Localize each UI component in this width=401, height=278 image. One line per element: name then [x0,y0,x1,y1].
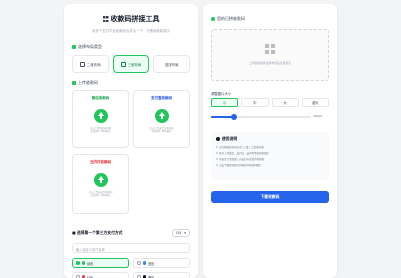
layout-option-2d[interactable]: 二维布局 [72,55,109,73]
qr-code-icon [102,16,109,22]
size-medium[interactable]: 中 [241,98,269,107]
third-party-section: ■ 选择第一个第三方支付方式 QQ ▾ [72,229,190,237]
size-slider[interactable] [211,114,311,120]
upload-wechat[interactable]: 微信收款码 点击上传微信收款码 支持JPG, PNG格式 [72,90,129,148]
usage-guide-title: 使用说明 [216,136,324,142]
page-subtitle: 将多个支付平台收款码合并为一个，方便收款和展示 [92,29,170,33]
third-party-label: ■ 选择第一个第三方支付方式 [72,230,123,235]
upload-section-label: 上传收款码 [72,80,98,86]
config-panel: 收款码拼接工具 将多个支付平台收款码合并为一个，方便收款和展示 选择布局类型 二… [64,4,198,278]
layout-option-vertical[interactable]: 竖排布局 [153,55,191,73]
size-large[interactable]: 大 [271,98,299,107]
preview-area: 上传收款码并选择布局后生成预览 [211,29,329,81]
layout-section-label: 选择布局类型 [72,44,102,50]
radio-icon [137,261,141,265]
usage-guide: 使用说明 1. 在左侧选择布局方式 (三维 / 二维或竖排) 2. 依次上传微信… [211,132,329,180]
upload-alipay-label: 支付宝收款码 [151,96,172,100]
size-slider-handle[interactable] [231,114,237,120]
preview-placeholder: 上传收款码并选择布局后生成预览 [249,61,291,65]
preview-section-label: 您的已拼收款码 [211,16,245,22]
cloud-upload-icon [93,109,108,123]
cloud-upload-icon [154,109,169,123]
color-options: 绿色 蓝色 红色 黑色 [72,258,190,278]
check-icon [211,17,215,21]
guide-line: 4. 点击下载按钮保存拼接好的收款码图片 [216,164,262,167]
upload-alipay-hint: 点击上传支付宝收款码 支持JPG, PNG格式 [149,127,174,134]
grid-icon [80,61,86,67]
upload-unionpay-hint: 点击上传云闪付收款码 支持JPG, PNG格式 [88,191,113,198]
color-option-blue[interactable]: 蓝色 [133,258,190,268]
color-option-green[interactable]: 绿色 [72,258,129,268]
color-option-red[interactable]: 红色 [72,272,129,278]
upload-unionpay-label: 云闪付收款码 [90,160,111,164]
third-party-select[interactable]: QQ ▾ [171,229,190,237]
size-options: 小 中 大 超大 [211,98,329,107]
color-option-black[interactable]: 黑色 [133,272,190,278]
size-xlarge[interactable]: 超大 [301,98,329,107]
upload-wechat-label: 微信收款码 [91,96,110,100]
size-small[interactable]: 小 [211,98,239,107]
size-slider-value: 300px [313,114,323,118]
layout-options: 二维布局 三维布局 竖排布局 [72,55,191,73]
cloud-upload-icon [93,173,108,187]
swatch-icon [142,261,146,265]
qr-placeholder-icon [265,44,275,54]
grid-icon [120,61,126,67]
upload-alipay[interactable]: 支付宝收款码 点击上传支付宝收款码 支持JPG, PNG格式 [133,90,190,148]
upload-unionpay[interactable]: 云闪付收款码 点击上传云闪付收款码 支持JPG, PNG格式 [72,154,129,214]
preview-panel: 您的已拼收款码 上传收款码并选择布局后生成预览 调整图片大小 小 中 大 超大 … [203,4,337,278]
chevron-down-icon: ▾ [184,231,186,235]
page-title: 收款码拼接工具 [64,14,198,24]
layout-icon [72,45,76,49]
size-label: 调整图片大小 [211,92,232,96]
upload-icon [72,81,76,85]
upload-wechat-hint: 点击上传微信收款码 支持JPG, PNG格式 [89,127,112,134]
info-icon [216,137,220,141]
swatch-icon [81,261,85,265]
layout-option-3d[interactable]: 三维布局 [112,55,150,73]
download-button[interactable]: 下载收款码 [211,191,329,203]
custom-name-input[interactable]: 输入自定义支付名称 [72,243,190,253]
radio-icon [76,261,80,265]
